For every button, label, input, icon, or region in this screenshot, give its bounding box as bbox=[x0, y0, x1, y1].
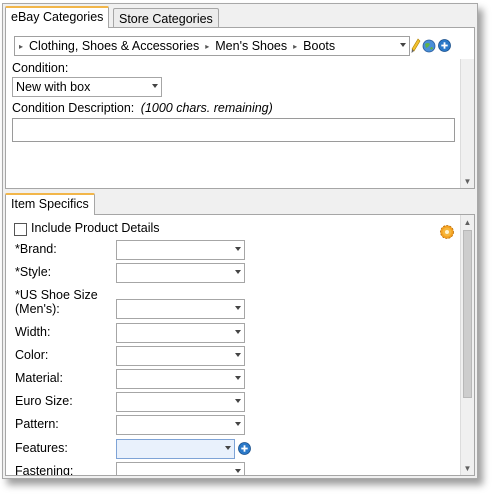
condition-value: New with box bbox=[16, 80, 91, 94]
breadcrumb-separator-icon: ▸ bbox=[19, 41, 24, 51]
brand-select[interactable] bbox=[116, 240, 245, 260]
color-select[interactable] bbox=[116, 346, 245, 366]
field-label-width: Width: bbox=[15, 325, 51, 339]
material-select[interactable] bbox=[116, 369, 245, 389]
chevron-down-icon bbox=[235, 469, 241, 473]
chevron-down-icon bbox=[225, 446, 231, 450]
chevron-down-icon bbox=[235, 399, 241, 403]
us-shoe-size-select[interactable] bbox=[116, 299, 245, 319]
item-specifics-panel: Include Product Details *Brand: *Style: … bbox=[5, 214, 475, 476]
tab-store-categories[interactable]: Store Categories bbox=[113, 8, 219, 28]
scroll-down-icon[interactable]: ▼ bbox=[461, 461, 474, 475]
field-label-color: Color: bbox=[15, 348, 49, 362]
tab-item-specifics[interactable]: Item Specifics bbox=[5, 193, 95, 215]
field-label-features: Features: bbox=[15, 441, 68, 455]
categories-scrollbar[interactable]: ▼ bbox=[460, 59, 474, 188]
chevron-down-icon[interactable] bbox=[400, 43, 406, 47]
add-circle-icon[interactable] bbox=[238, 442, 251, 455]
condition-label: Condition: bbox=[12, 61, 69, 75]
listing-editor-window: eBay Categories Store Categories ▸ Cloth… bbox=[2, 3, 478, 479]
field-label-euro-size: Euro Size: bbox=[15, 394, 73, 408]
chars-remaining-hint: (1000 chars. remaining) bbox=[140, 101, 273, 115]
field-label-material: Material: bbox=[15, 371, 63, 385]
field-label-us-shoe-size: *US Shoe Size (Men's): bbox=[15, 288, 98, 316]
breadcrumb-separator-icon: ▸ bbox=[293, 41, 298, 51]
chevron-down-icon bbox=[235, 422, 241, 426]
item-specifics-scrollbar[interactable]: ▲ ▼ bbox=[460, 215, 474, 475]
euro-size-select[interactable] bbox=[116, 392, 245, 412]
condition-description-title: Condition Description: bbox=[12, 101, 135, 115]
chevron-down-icon bbox=[152, 84, 158, 88]
scroll-down-icon[interactable]: ▼ bbox=[461, 174, 474, 188]
include-product-details-checkbox[interactable] bbox=[14, 223, 27, 236]
chevron-down-icon bbox=[235, 330, 241, 334]
scroll-up-icon[interactable]: ▲ bbox=[461, 215, 474, 229]
scrollbar-thumb[interactable] bbox=[463, 230, 472, 398]
chevron-down-icon bbox=[235, 376, 241, 380]
category-breadcrumb[interactable]: ▸ Clothing, Shoes & Accessories ▸ Men's … bbox=[14, 36, 410, 56]
condition-select[interactable]: New with box bbox=[12, 77, 162, 97]
breadcrumb-item[interactable]: Clothing, Shoes & Accessories bbox=[29, 39, 199, 53]
chevron-down-icon bbox=[235, 353, 241, 357]
features-select[interactable] bbox=[116, 439, 235, 459]
globe-icon[interactable] bbox=[422, 39, 436, 53]
include-product-details-label: Include Product Details bbox=[31, 221, 160, 235]
chevron-down-icon bbox=[235, 247, 241, 251]
style-select[interactable] bbox=[116, 263, 245, 283]
tab-ebay-categories[interactable]: eBay Categories bbox=[5, 6, 110, 28]
breadcrumb-item[interactable]: Men's Shoes bbox=[215, 39, 287, 53]
gear-icon[interactable] bbox=[439, 224, 455, 240]
field-label-pattern: Pattern: bbox=[15, 417, 59, 431]
breadcrumb-item[interactable]: Boots bbox=[303, 39, 335, 53]
condition-description-label: Condition Description: (1000 chars. rema… bbox=[12, 101, 273, 115]
pencil-icon[interactable] bbox=[411, 38, 421, 54]
fastening-select[interactable] bbox=[116, 462, 245, 475]
field-label-style: *Style: bbox=[15, 265, 52, 279]
field-label-fastening: Fastening: bbox=[15, 464, 74, 476]
pattern-select[interactable] bbox=[116, 415, 245, 435]
condition-description-input[interactable] bbox=[12, 118, 455, 142]
categories-panel: ▸ Clothing, Shoes & Accessories ▸ Men's … bbox=[5, 27, 475, 189]
width-select[interactable] bbox=[116, 323, 245, 343]
chevron-down-icon bbox=[235, 270, 241, 274]
breadcrumb-separator-icon: ▸ bbox=[205, 41, 210, 51]
chevron-down-icon bbox=[235, 306, 241, 310]
add-circle-icon[interactable] bbox=[438, 39, 451, 52]
field-label-brand: *Brand: bbox=[15, 242, 57, 256]
